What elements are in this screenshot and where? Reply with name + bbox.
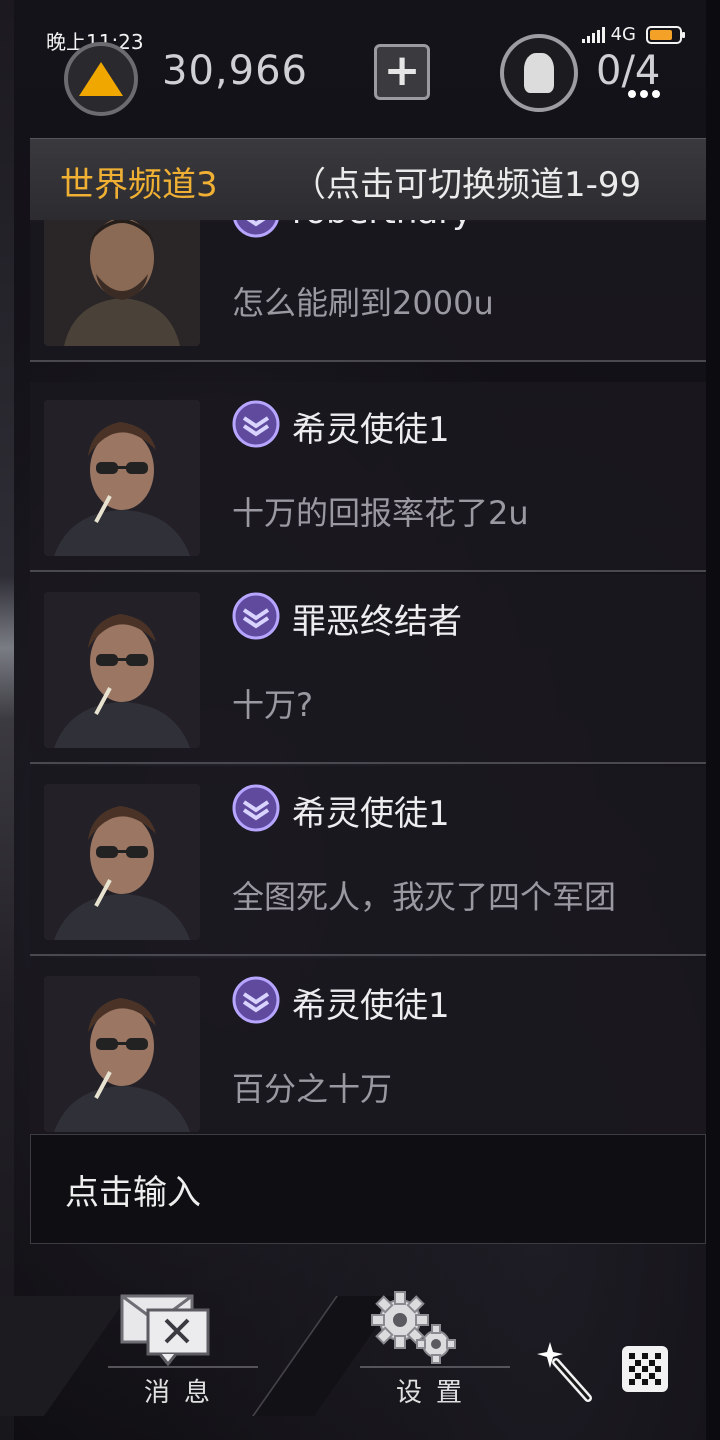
channel-hint: （点击可切换频道1-99 xyxy=(292,165,642,205)
avatar-portrait xyxy=(44,220,200,346)
chat-message: roberthary 怎么能刷到2000u xyxy=(30,220,706,362)
add-currency-button[interactable]: + xyxy=(374,44,430,100)
message-text: 全图死人，我灭了四个军团 xyxy=(232,878,617,916)
grid-icon[interactable] xyxy=(622,1346,668,1392)
avatar[interactable] xyxy=(44,400,200,556)
chat-message: 希灵使徒1 百分之十万 xyxy=(30,958,706,1134)
coin-amount: 30,966 xyxy=(162,48,308,94)
rank-badge-icon xyxy=(232,976,280,1024)
username: 希灵使徒1 xyxy=(292,986,450,1026)
message-text: 十万? xyxy=(232,686,313,724)
more-dots-icon xyxy=(628,90,660,98)
rank-badge-icon xyxy=(233,220,279,238)
chat-input-field[interactable]: 点击输入 xyxy=(30,1134,706,1244)
avatar-portrait xyxy=(44,784,200,940)
avatar-portrait xyxy=(44,400,200,556)
messages-label: 消息 xyxy=(143,1378,224,1408)
chat-message: 希灵使徒1 十万的回报率花了2u xyxy=(30,382,706,572)
avatar-portrait xyxy=(44,976,200,1132)
avatar-portrait xyxy=(44,592,200,748)
rank-badge-icon xyxy=(232,592,280,640)
message-text: 百分之十万 xyxy=(232,1070,393,1108)
stamina-icon xyxy=(500,34,578,112)
rank-badge-icon xyxy=(232,784,280,832)
avatar[interactable] xyxy=(44,592,200,748)
username: 希灵使徒1 xyxy=(292,410,450,450)
chat-message: 罪恶终结者 十万? xyxy=(30,574,706,764)
bottom-nav: 消息 设置 xyxy=(0,1291,706,1416)
mail-icon xyxy=(120,1294,210,1366)
chat-message-list[interactable]: roberthary 怎么能刷到2000u 希灵使徒1 十万的回报率花了2u xyxy=(30,220,706,1134)
username: 罪恶终结者 xyxy=(292,602,462,642)
message-text: 十万的回报率花了2u xyxy=(232,494,529,532)
magic-wand-icon[interactable] xyxy=(534,1340,594,1404)
chat-input-placeholder: 点击输入 xyxy=(65,1173,201,1213)
avatar[interactable] xyxy=(44,784,200,940)
chat-message: 希灵使徒1 全图死人，我灭了四个军团 xyxy=(30,766,706,956)
stamina-amount: 0/4 xyxy=(596,48,661,94)
gear-icon xyxy=(371,1291,456,1364)
channel-name: 世界频道3 xyxy=(60,165,218,205)
coin-icon xyxy=(64,42,138,116)
currency-hud: 30,966 + 0/4 xyxy=(0,30,720,120)
username: roberthary xyxy=(292,220,472,232)
background-edge-right xyxy=(706,0,720,1440)
background-edge xyxy=(0,0,14,1440)
message-text: 怎么能刷到2000u xyxy=(232,284,494,322)
avatar[interactable] xyxy=(44,220,200,346)
channel-switch-bar[interactable]: 世界频道3 （点击可切换频道1-99 xyxy=(30,138,706,223)
username: 希灵使徒1 xyxy=(292,794,450,834)
settings-label: 设置 xyxy=(395,1378,476,1408)
rank-badge-icon xyxy=(232,400,280,448)
avatar[interactable] xyxy=(44,976,200,1132)
